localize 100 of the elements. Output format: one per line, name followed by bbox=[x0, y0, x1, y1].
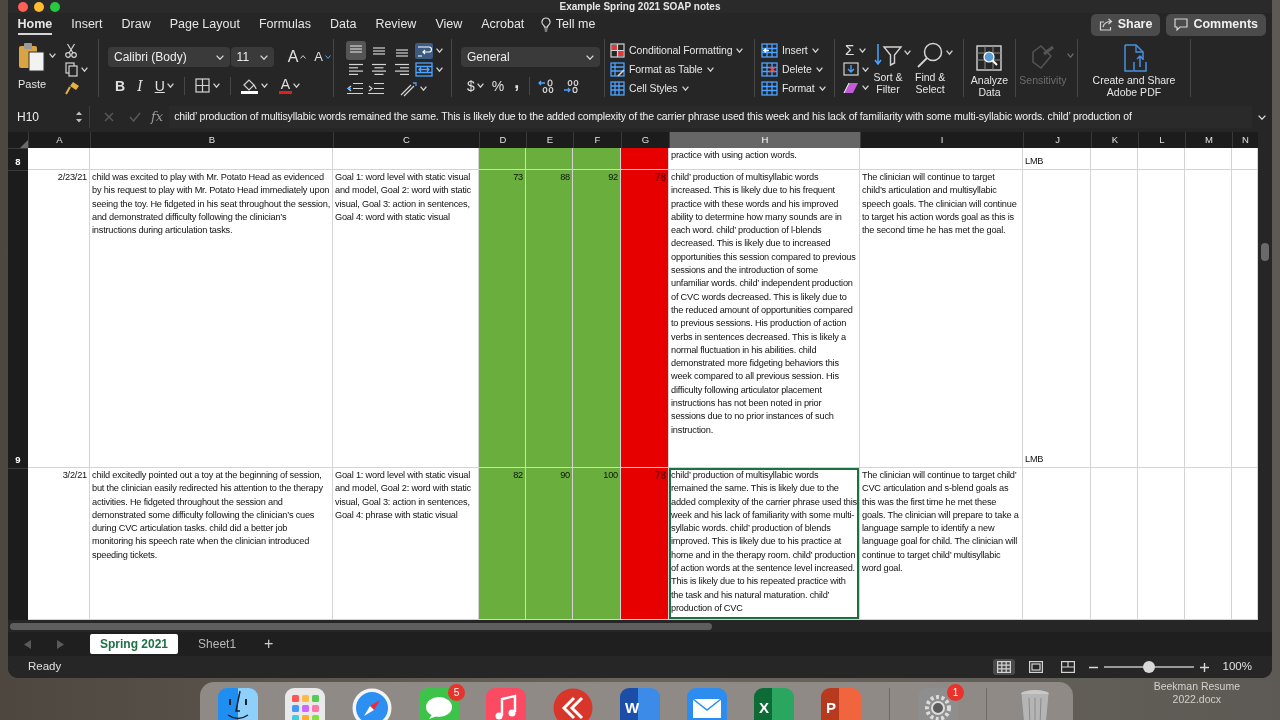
chevron-icon[interactable] bbox=[1258, 114, 1266, 120]
ribbon-tab[interactable]: Home bbox=[17, 14, 53, 35]
font-color-button[interactable]: A bbox=[277, 76, 294, 95]
smiling-face-icon[interactable] bbox=[218, 688, 258, 720]
italic-button[interactable]: I bbox=[135, 76, 145, 95]
share-button[interactable]: Share bbox=[1090, 13, 1161, 36]
column-header[interactable]: I bbox=[860, 132, 1023, 148]
letter-tile-app-icon[interactable]: W bbox=[620, 688, 660, 720]
shrink-font-button[interactable]: A bbox=[312, 47, 333, 67]
select-all-button[interactable] bbox=[8, 132, 28, 148]
ribbon-tab[interactable]: Draw bbox=[121, 14, 151, 35]
column-header[interactable]: A bbox=[28, 132, 90, 148]
caret-icon[interactable] bbox=[166, 83, 174, 88]
caret-icon[interactable] bbox=[212, 83, 220, 88]
ribbon-tab[interactable]: Data bbox=[329, 14, 357, 35]
ribbon-tab[interactable]: Insert bbox=[71, 14, 103, 35]
cells-menu-button[interactable]: Insert bbox=[761, 41, 819, 60]
row-header[interactable]: 8 bbox=[8, 148, 28, 170]
caret-icon[interactable] bbox=[436, 67, 443, 72]
chevron-icon[interactable] bbox=[259, 54, 268, 60]
font-name-dropdown[interactable]: Calibri (Body) bbox=[108, 47, 230, 67]
paste-button[interactable]: Paste bbox=[18, 42, 47, 97]
styles-menu-button[interactable]: Format as Table bbox=[610, 60, 714, 79]
caret-icon[interactable] bbox=[904, 50, 911, 55]
column-header[interactable]: B bbox=[90, 132, 333, 148]
comments-button[interactable]: Comments bbox=[1166, 13, 1266, 36]
caret-icon[interactable] bbox=[420, 86, 427, 91]
copy-icon[interactable] bbox=[65, 61, 79, 77]
previous-sheet-icon[interactable] bbox=[24, 639, 31, 649]
caret-icon[interactable] bbox=[260, 83, 268, 88]
caret-icon[interactable] bbox=[681, 86, 689, 91]
paintbrush-icon[interactable] bbox=[65, 80, 81, 95]
column-header[interactable]: D bbox=[479, 132, 526, 148]
number-format-dropdown[interactable]: General bbox=[461, 47, 600, 67]
app-grid-icon[interactable] bbox=[285, 688, 325, 720]
percent-button[interactable]: % bbox=[489, 76, 507, 95]
column-header[interactable]: K bbox=[1091, 132, 1138, 148]
text-angle-icon[interactable] bbox=[399, 80, 417, 97]
speech-bubble-icon[interactable] bbox=[419, 688, 459, 720]
ribbon-tab[interactable]: Review bbox=[375, 14, 417, 35]
insert-function-button[interactable]: fx bbox=[151, 107, 170, 127]
outdent-icon[interactable] bbox=[346, 82, 364, 95]
caret-icon[interactable] bbox=[859, 48, 867, 53]
caret-icon[interactable] bbox=[736, 48, 744, 53]
styles-menu-button[interactable]: Cell Styles bbox=[610, 79, 689, 98]
bold-button[interactable]: B bbox=[113, 76, 128, 95]
fill-down-icon[interactable] bbox=[843, 62, 859, 77]
caret-icon[interactable] bbox=[815, 67, 823, 72]
formula-field[interactable]: child’ production of multisyllabic words remained the same. This is likely due to the added complexity of the carrier phrase used this week and his lack of familiarity with some multi-syllabic words. child’ production of bbox=[169, 106, 1252, 128]
caret-icon[interactable] bbox=[946, 50, 954, 55]
music-note-icon[interactable] bbox=[486, 688, 526, 720]
ribbon-tab[interactable]: Formulas bbox=[258, 14, 311, 35]
chevron-icon[interactable] bbox=[215, 54, 224, 60]
scrollbar-thumb[interactable] bbox=[10, 623, 712, 630]
caret-icon[interactable] bbox=[49, 53, 57, 58]
sheet-tab[interactable]: Sheet1 bbox=[188, 634, 247, 654]
slider-thumb[interactable] bbox=[1142, 661, 1155, 673]
plus-icon[interactable] bbox=[1199, 662, 1209, 672]
add-sheet-button[interactable]: + bbox=[256, 635, 282, 653]
indent-icon[interactable] bbox=[367, 82, 385, 95]
letter-tile-app-icon[interactable]: P bbox=[821, 688, 861, 720]
column-header[interactable]: L bbox=[1138, 132, 1185, 148]
stepper-arrows-icon[interactable] bbox=[75, 110, 83, 124]
column-header[interactable]: H bbox=[669, 132, 860, 148]
name-box[interactable]: H10 bbox=[8, 106, 90, 128]
right-arrow-zeros-icon[interactable] bbox=[562, 78, 581, 93]
caret-icon[interactable] bbox=[811, 48, 819, 53]
border-grid-icon[interactable] bbox=[194, 78, 210, 93]
sheet-tab[interactable]: Spring 2021 bbox=[90, 634, 179, 654]
column-header[interactable]: J bbox=[1023, 132, 1091, 148]
column-header[interactable]: E bbox=[526, 132, 573, 148]
row-header[interactable]: 9 bbox=[8, 170, 28, 468]
wrap-text-icon[interactable] bbox=[415, 42, 433, 59]
tell-me-search[interactable]: Tell me bbox=[540, 15, 596, 34]
compass-icon[interactable] bbox=[352, 688, 392, 720]
caret-icon[interactable] bbox=[293, 83, 301, 88]
eraser-icon[interactable] bbox=[843, 81, 859, 94]
merge-cells-icon[interactable] bbox=[415, 62, 433, 77]
caret-icon[interactable] bbox=[706, 67, 714, 72]
column-header[interactable]: G bbox=[621, 132, 669, 148]
cells-menu-button[interactable]: Delete bbox=[761, 60, 823, 79]
scrollbar-thumb[interactable] bbox=[1261, 243, 1269, 261]
vertical-align-button[interactable] bbox=[346, 41, 366, 60]
maximize-window-icon[interactable] bbox=[50, 1, 60, 12]
scissors-icon[interactable] bbox=[65, 42, 78, 58]
currency-button[interactable]: $ bbox=[465, 76, 477, 95]
styles-menu-button[interactable]: Conditional Formatting bbox=[610, 41, 744, 60]
caret-icon[interactable] bbox=[862, 66, 869, 72]
column-header[interactable]: M bbox=[1185, 132, 1232, 148]
column-header[interactable]: N bbox=[1232, 132, 1258, 148]
cells-menu-button[interactable]: Format bbox=[761, 79, 826, 98]
chevron-icon[interactable] bbox=[586, 54, 594, 60]
column-header[interactable]: C bbox=[333, 132, 479, 148]
find-select-button[interactable]: Find & Select bbox=[915, 41, 946, 97]
ribbon-tab[interactable]: Page Layout bbox=[169, 14, 240, 35]
envelope-icon[interactable] bbox=[687, 688, 727, 720]
ribbon-tab[interactable]: Acrobat bbox=[481, 14, 525, 35]
caret-icon[interactable] bbox=[862, 85, 869, 91]
sum-button[interactable]: Σ bbox=[843, 41, 857, 60]
letter-tile-app-icon[interactable]: X bbox=[754, 688, 794, 720]
